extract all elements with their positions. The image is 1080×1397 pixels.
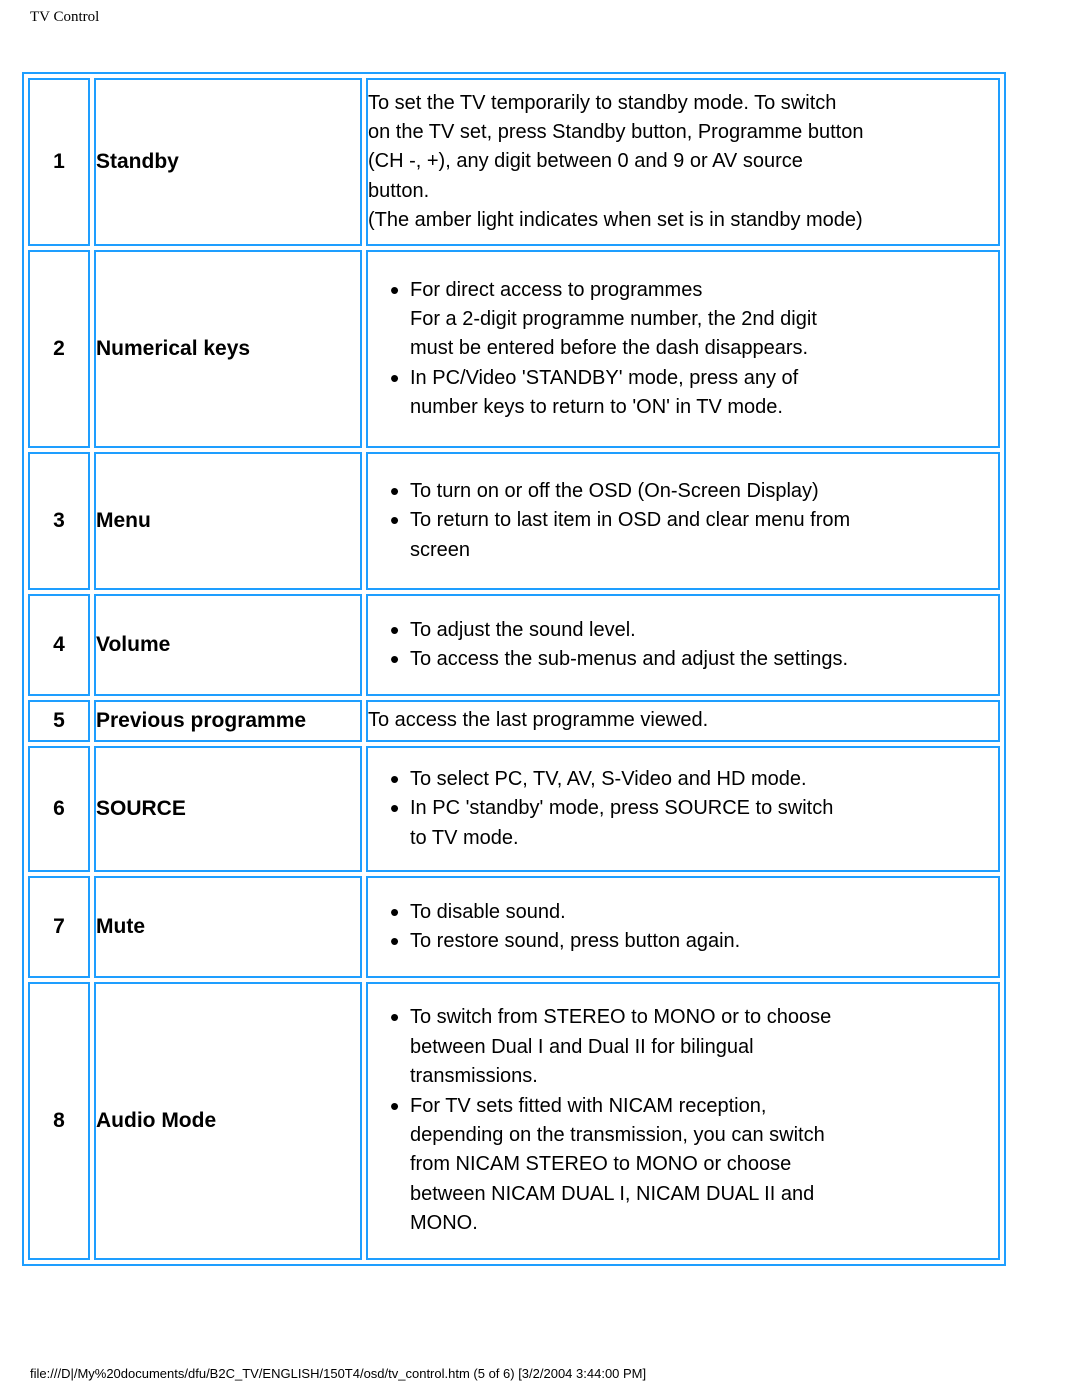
footer-path: file:///D|/My%20documents/dfu/B2C_TV/ENG…	[30, 1366, 647, 1381]
bullet-icon: •	[390, 896, 400, 927]
table-row: 3 Menu • To turn on or off the OSD (On-Scre…	[28, 452, 1000, 590]
description-bullet-list: • To turn on or off the OSD (On-Screen Di…	[368, 475, 998, 565]
cell-number: 8	[28, 982, 90, 1260]
bullet-icon: •	[390, 644, 400, 674]
description-line: To adjust the sound level.	[410, 618, 636, 641]
tv-control-table-body: 1 Standby To set the TV temporarily to sta…	[28, 78, 1000, 1260]
description-line: For direct access to programmes	[410, 278, 703, 301]
bullet-icon: •	[390, 926, 400, 956]
description-line: (The amber light indicates when set is i…	[368, 209, 863, 232]
cell-number: 5	[28, 700, 90, 742]
description-line: For TV sets fitted with NICAM reception,	[410, 1094, 767, 1117]
cell-label: Menu	[94, 452, 362, 590]
table-row: 2 Numerical keys • For direct access to pro…	[28, 250, 1000, 448]
cell-number: 3	[28, 452, 90, 590]
description-bullet-item: • To turn on or off the OSD (On-Screen Di…	[368, 475, 998, 506]
table-row: 7 Mute • To disable sound. • To restore sound…	[28, 876, 1000, 978]
description-bullet-item: • To access the sub-menus and adjust the …	[368, 645, 998, 674]
description-bullet-item: • To return to last item in OSD and clear…	[368, 506, 998, 565]
bullet-icon: •	[390, 475, 400, 506]
description-bullet-item: • To select PC, TV, AV, S-Video and HD mo…	[368, 763, 998, 794]
cell-number: 2	[28, 250, 90, 448]
cell-description: • To select PC, TV, AV, S-Video and HD mo…	[366, 746, 1000, 872]
cell-description: To set the TV temporarily to standby mod…	[366, 78, 1000, 246]
tv-control-table-wrapper: 1 Standby To set the TV temporarily to sta…	[22, 72, 1006, 1266]
description-bullet-item: • To restore sound, press button again.	[368, 927, 998, 956]
description-line: between NICAM DUAL I, NICAM DUAL II and	[410, 1182, 815, 1205]
cell-number: 6	[28, 746, 90, 872]
bullet-icon: •	[390, 763, 400, 794]
table-row: 6 SOURCE • To select PC, TV, AV, S-Video an…	[28, 746, 1000, 872]
description-bullet-list: • To disable sound. • To restore sound, pre…	[368, 896, 998, 957]
description-line: depending on the transmission, you can s…	[410, 1124, 825, 1146]
description-line: from NICAM STEREO to MONO or choose	[410, 1153, 792, 1176]
table-row: 4 Volume • To adjust the sound level. • To ac…	[28, 594, 1000, 696]
cell-description: • To disable sound. • To restore sound, pre…	[366, 876, 1000, 978]
description-bullet-list: • To select PC, TV, AV, S-Video and HD mo…	[368, 763, 998, 853]
description-line: To select PC, TV, AV, S-Video and HD mod…	[410, 767, 807, 790]
cell-label: SOURCE	[94, 746, 362, 872]
description-bullet-item: • To switch from STEREO to MONO or to cho…	[368, 1003, 998, 1091]
cell-description: To access the last programme viewed.	[366, 700, 1000, 742]
description-line: In PC/Video 'STANDBY' mode, press any of	[410, 366, 799, 389]
cell-description: • To turn on or off the OSD (On-Screen Di…	[366, 452, 1000, 590]
bullet-icon: •	[390, 1090, 400, 1121]
description-line: To switch from STEREO to MONO or to choo…	[410, 1006, 832, 1029]
description-line: button.	[368, 179, 430, 202]
description-line: on the TV set, press Standby button, Pro…	[368, 120, 864, 143]
description-bullet-item: • In PC/Video 'STANDBY' mode, press any o…	[368, 362, 998, 423]
description-paragraph: To access the last programme viewed.	[368, 706, 998, 735]
cell-label: Volume	[94, 594, 362, 696]
cell-number: 4	[28, 594, 90, 696]
cell-description: • For direct access to programmes For a 2-…	[366, 250, 1000, 448]
description-line: to TV mode.	[410, 826, 519, 849]
description-bullet-list: • To adjust the sound level. • To access th…	[368, 614, 998, 675]
description-line: In PC 'standby' mode, press SOURCE to sw…	[410, 797, 834, 820]
description-line: To disable sound.	[410, 900, 566, 923]
cell-label: Mute	[94, 876, 362, 978]
description-line: To restore sound, press button again.	[410, 930, 741, 952]
description-bullet-item: • To disable sound.	[368, 896, 998, 927]
description-line: To access the sub-menus and adjust the s…	[410, 648, 849, 670]
bullet-icon: •	[390, 274, 400, 305]
bullet-icon: •	[390, 505, 400, 536]
description-line: (CH -, +), any digit between 0 and 9 or …	[368, 150, 803, 173]
cell-label: Previous programme	[94, 700, 362, 742]
description-line: To return to last item in OSD and clear …	[410, 509, 851, 532]
bullet-icon: •	[390, 793, 400, 824]
cell-label: Audio Mode	[94, 982, 362, 1260]
description-bullet-list: • For direct access to programmes For a 2-…	[368, 274, 998, 423]
description-line: screen	[410, 538, 471, 561]
description-line: To access the last programme viewed.	[368, 709, 709, 732]
page-title: TV Control	[30, 9, 100, 25]
bullet-icon: •	[390, 1002, 400, 1033]
description-bullet-list: • To switch from STEREO to MONO or to cho…	[368, 1003, 998, 1238]
description-bullet-item: • To adjust the sound level.	[368, 614, 998, 645]
bullet-icon: •	[390, 614, 400, 645]
cell-label: Standby	[94, 78, 362, 246]
description-bullet-item: • For TV sets fitted with NICAM reception…	[368, 1090, 998, 1239]
description-line: must be entered before the dash disappea…	[410, 337, 809, 360]
cell-description: • To adjust the sound level. • To access th…	[366, 594, 1000, 696]
table-row: 5 Previous programme To access the last pr…	[28, 700, 1000, 742]
cell-number: 1	[28, 78, 90, 246]
description-line: MONO.	[410, 1212, 478, 1235]
description-line: between Dual I and Dual II for bilingual	[410, 1035, 754, 1058]
description-line: number keys to return to 'ON' in TV mode…	[410, 396, 783, 419]
tv-control-table: 1 Standby To set the TV temporarily to sta…	[22, 72, 1006, 1266]
cell-label: Numerical keys	[94, 250, 362, 448]
description-line: To turn on or off the OSD (On-Screen Dis…	[410, 479, 819, 502]
bullet-icon: •	[390, 362, 400, 393]
description-line: For a 2-digit programme number, the 2nd …	[410, 307, 817, 330]
description-bullet-item: • In PC 'standby' mode, press SOURCE to s…	[368, 794, 998, 853]
cell-description: • To switch from STEREO to MONO or to cho…	[366, 982, 1000, 1260]
description-bullet-item: • For direct access to programmes For a 2-…	[368, 274, 998, 364]
description-line: transmissions.	[410, 1065, 538, 1088]
description-line: To set the TV temporarily to standby mod…	[368, 91, 837, 114]
table-row: 8 Audio Mode • To switch from STEREO to MON…	[28, 982, 1000, 1260]
table-row: 1 Standby To set the TV temporarily to sta…	[28, 78, 1000, 246]
cell-number: 7	[28, 876, 90, 978]
description-paragraph: To set the TV temporarily to standby mod…	[368, 89, 998, 236]
